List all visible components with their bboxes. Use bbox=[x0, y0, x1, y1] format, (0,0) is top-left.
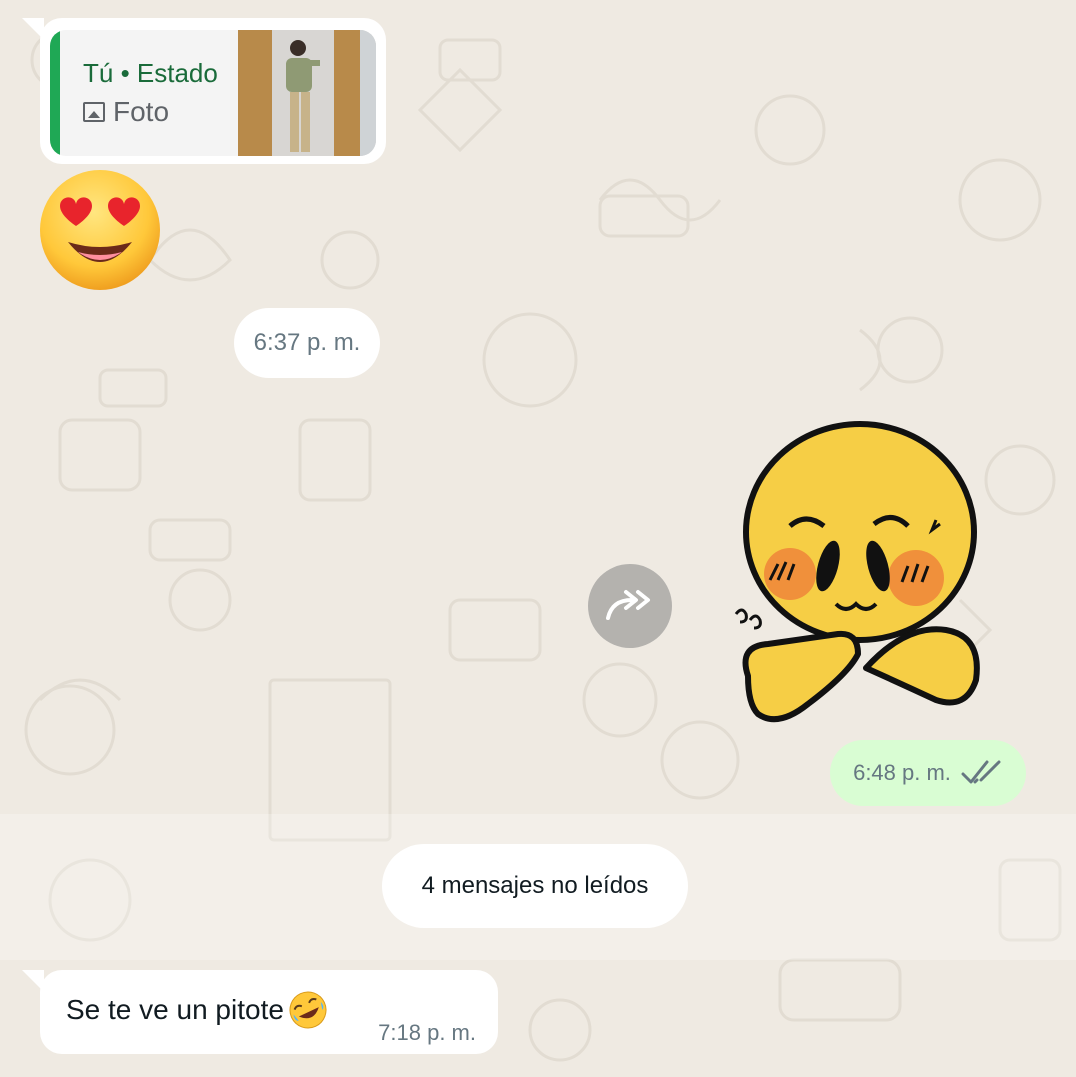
outgoing-time-bubble: 6:48 p. m. bbox=[830, 740, 1026, 806]
quote-type: Foto bbox=[83, 96, 169, 128]
blushing-emoji-sticker[interactable] bbox=[728, 414, 998, 740]
quoted-status[interactable]: Tú • Estado Foto bbox=[50, 30, 376, 156]
image-icon bbox=[83, 102, 105, 122]
quote-accent-bar bbox=[50, 30, 60, 156]
double-check-icon bbox=[961, 760, 1001, 784]
forward-button[interactable] bbox=[588, 564, 672, 648]
outgoing-time: 6:48 p. m. bbox=[853, 760, 951, 785]
rolling-laughing-emoji bbox=[289, 991, 327, 1029]
incoming-message-bubble[interactable]: Se te ve un pitote 7:18 p. m. bbox=[40, 970, 498, 1054]
status-reply-bubble[interactable]: Tú • Estado Foto bbox=[40, 18, 386, 164]
message-body: Se te ve un pitote bbox=[66, 994, 284, 1025]
unread-messages-divider: 4 mensajes no leídos bbox=[382, 844, 688, 928]
heart-eyes-emoji bbox=[40, 170, 160, 290]
status-photo-thumbnail[interactable] bbox=[238, 30, 376, 156]
quote-type-label: Foto bbox=[113, 96, 170, 127]
message-text: Se te ve un pitote bbox=[66, 990, 328, 1030]
forward-icon bbox=[606, 590, 650, 620]
time-divider: 6:37 p. m. bbox=[234, 308, 380, 378]
quote-author: Tú • Estado bbox=[83, 58, 218, 88]
message-time: 7:18 p. m. bbox=[378, 1020, 476, 1045]
